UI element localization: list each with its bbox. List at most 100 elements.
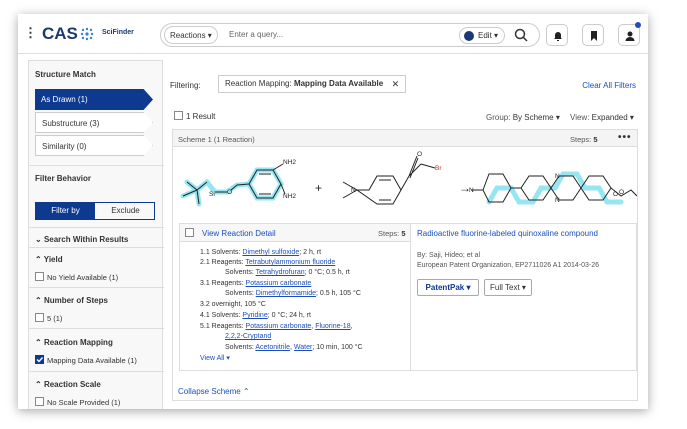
view-reaction-detail-link[interactable]: View Reaction Detail xyxy=(202,229,276,238)
search-icon[interactable] xyxy=(513,27,529,43)
step-line: 3.2 overnight, 105 °C xyxy=(200,301,266,308)
steps-value: 5 xyxy=(593,135,598,144)
chemical-link[interactable]: Potassium carbonate xyxy=(246,323,312,330)
active-filter-chip[interactable]: Reaction Mapping: Mapping Data Available… xyxy=(218,75,407,93)
chip-value: Mapping Data Available xyxy=(293,79,384,88)
atom-label: O xyxy=(417,151,422,158)
chemical-link[interactable]: Tetrahydrofuran xyxy=(256,269,305,276)
atom-label: N xyxy=(555,173,560,180)
scheme-count: (1 Reaction) xyxy=(213,135,255,144)
chemical-link[interactable]: Water xyxy=(294,344,312,351)
filter-sidebar: Structure Match As Drawn (1) Substructur… xyxy=(28,60,164,409)
reference-authors: By: Saji, Hideo; et al xyxy=(417,252,481,259)
yield-checkbox[interactable] xyxy=(35,272,44,281)
steps-title[interactable]: ⌃ Number of Steps xyxy=(35,296,108,305)
scheme-label: Scheme 1 xyxy=(178,135,212,144)
step-text: 1.1 Solvents: xyxy=(200,249,243,256)
close-icon[interactable]: ✕ xyxy=(392,76,400,92)
atom-label: O xyxy=(619,189,624,196)
checkmark-icon xyxy=(36,357,44,363)
chevron-up-icon: ⌃ xyxy=(35,296,44,305)
view-value: Expanded ▾ xyxy=(591,113,634,122)
search-within-label: Search Within Results xyxy=(43,235,129,244)
search-type-select[interactable]: Reactions ▾ xyxy=(164,26,218,44)
yield-title[interactable]: ⌃ Yield xyxy=(35,255,63,264)
chevron-up-icon: ⌃ xyxy=(35,338,44,347)
similarity-option[interactable]: Similarity (0) xyxy=(35,135,153,156)
step-text: 5.1 Reagents: xyxy=(200,323,246,330)
reactant-1-structure xyxy=(182,163,286,205)
reference-title-link[interactable]: Radioactive fluorine-labeled quinoxaline… xyxy=(417,229,598,238)
exclude-button[interactable]: Exclude xyxy=(96,203,155,219)
step-line: 4.1 Solvents: Pyridine; 0 °C; 24 h, rt xyxy=(200,311,311,320)
yield-label: Yield xyxy=(43,255,63,264)
scale-checkbox[interactable] xyxy=(35,397,44,406)
reaction-checkbox[interactable] xyxy=(185,228,194,237)
scale-title[interactable]: ⌃ Reaction Scale xyxy=(35,380,101,389)
more-options-icon[interactable]: ••• xyxy=(618,132,632,143)
steps-label: Number of Steps xyxy=(43,296,108,305)
chemical-link[interactable]: Dimethylformamide xyxy=(256,290,316,297)
detail-steps: Steps: 5 xyxy=(378,229,406,238)
scale-label: Reaction Scale xyxy=(43,380,101,389)
atom-label: N xyxy=(555,197,560,204)
mapping-title[interactable]: ⌃ Reaction Mapping xyxy=(35,338,113,347)
atom-label: N xyxy=(351,187,356,194)
full-text-button[interactable]: Full Text ▾ xyxy=(484,279,532,296)
atom-label: Si xyxy=(209,191,215,198)
result-count: 1 Result xyxy=(186,112,216,121)
menu-icon[interactable]: ⋮ xyxy=(24,26,37,39)
bookmark-button[interactable] xyxy=(582,24,604,46)
view-all-link[interactable]: View All ▾ xyxy=(200,354,230,363)
select-all-checkbox[interactable] xyxy=(174,111,183,120)
reaction-scheme-diagram[interactable]: Si O NH2 NH2 N O Br N N N O O + → xyxy=(173,150,637,218)
chemical-link[interactable]: Acetonitrile xyxy=(255,344,290,351)
step-line: 2,2,2-Cryptand xyxy=(225,332,271,341)
edit-button[interactable]: Edit ▾ xyxy=(459,27,505,44)
chemical-link[interactable]: Fluorine-18 xyxy=(315,323,350,330)
as-drawn-option[interactable]: As Drawn (1) xyxy=(35,89,153,110)
search-within-title[interactable]: ⌄ Search Within Results xyxy=(35,235,128,244)
substructure-option[interactable]: Substructure (3) xyxy=(35,112,153,133)
cas-logo[interactable]: CAS xyxy=(42,24,78,44)
mapping-checkbox[interactable] xyxy=(35,355,44,364)
step-line: 2.1 Reagents: Tetrabutylammonium fluorid… xyxy=(200,258,335,267)
step-text: ; 10 min, 100 °C xyxy=(312,344,363,351)
step-text: Solvents: xyxy=(225,290,256,297)
notification-button[interactable] xyxy=(546,24,568,46)
clear-all-filters-link[interactable]: Clear All Filters xyxy=(582,81,636,90)
chemical-link[interactable]: Pyridine xyxy=(242,312,267,319)
filter-by-button[interactable]: Filter by xyxy=(36,203,95,219)
group-value: By Scheme ▾ xyxy=(512,113,560,122)
chevron-up-icon: ⌃ xyxy=(35,380,44,389)
steps-checkbox[interactable] xyxy=(35,313,44,322)
reaction-detail-header: View Reaction Detail Steps: 5 xyxy=(180,224,410,242)
atom-label: O xyxy=(227,189,232,196)
step-line: Solvents: Acetonitrile, Water; 10 min, 1… xyxy=(225,343,363,352)
atom-label: NH2 xyxy=(283,159,296,166)
chemical-link[interactable]: Dimethyl sulfoxide xyxy=(242,249,299,256)
product-name: SciFinder xyxy=(102,29,134,36)
chemical-link[interactable]: Tetrabutylammonium fluoride xyxy=(245,259,335,266)
step-line: 5.1 Reagents: Potassium carbonate, Fluor… xyxy=(200,323,353,330)
collapse-scheme-link[interactable]: Collapse Scheme ⌃ xyxy=(178,387,250,396)
group-by-select[interactable]: Group: By Scheme ▾ xyxy=(486,113,560,122)
step-text: ; 0 °C; 0.5 h, rt xyxy=(304,269,350,276)
bell-icon xyxy=(554,32,562,41)
reaction-detail-panel: View Reaction Detail Steps: 5 1.1 Solven… xyxy=(179,223,411,371)
filter-behavior-toggle: Filter by Exclude xyxy=(35,202,155,220)
atom-label: Br xyxy=(435,165,442,172)
step-text: 3.1 Reagents: xyxy=(200,280,246,287)
view-select[interactable]: View: Expanded ▾ xyxy=(570,113,634,122)
chemical-link[interactable]: Potassium carbonate xyxy=(246,280,312,287)
chip-prefix: Reaction Mapping: xyxy=(225,79,294,88)
step-text: ; 0.5 h, 105 °C xyxy=(316,290,361,297)
mapping-label: Reaction Mapping xyxy=(43,338,113,347)
filter-behavior-title: Filter Behavior xyxy=(35,174,92,183)
patentpak-button[interactable]: PatentPak ▾ xyxy=(417,279,479,296)
search-input[interactable]: Enter a query... xyxy=(229,30,283,39)
filtering-label: Filtering: xyxy=(170,81,201,90)
step-text: Solvents: xyxy=(225,269,256,276)
chemical-link[interactable]: 2,2,2-Cryptand xyxy=(225,333,271,340)
step-text: ; 0 °C; 24 h, rt xyxy=(267,312,311,319)
